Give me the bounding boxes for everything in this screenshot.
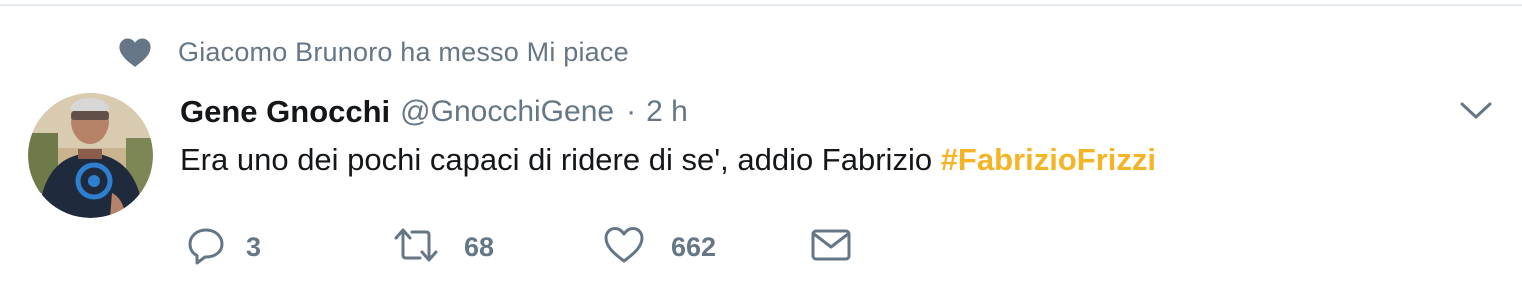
envelope-icon xyxy=(810,227,852,268)
reply-count: 3 xyxy=(246,231,262,262)
chevron-down-icon[interactable] xyxy=(1458,96,1494,126)
tweet-timestamp[interactable]: 2 h xyxy=(646,95,688,129)
reply-button[interactable]: 3 xyxy=(186,226,261,268)
heart-icon xyxy=(118,35,152,69)
like-button[interactable]: 662 xyxy=(603,226,716,268)
direct-message-button[interactable] xyxy=(810,226,852,268)
avatar[interactable] xyxy=(28,93,153,218)
retweet-count: 68 xyxy=(464,231,495,262)
social-context-text: Giacomo Brunoro ha messo Mi piace xyxy=(178,36,629,67)
retweet-button[interactable]: 68 xyxy=(392,226,494,268)
like-count: 662 xyxy=(671,231,717,262)
tweet-header: Gene Gnocchi @GnocchiGene · 2 h xyxy=(180,90,688,134)
display-name[interactable]: Gene Gnocchi xyxy=(180,94,390,130)
tweet-text: Era uno dei pochi capaci di ridere di se… xyxy=(180,142,1156,178)
tweet-body: Era uno dei pochi capaci di ridere di se… xyxy=(180,142,941,177)
reply-icon xyxy=(186,225,226,270)
heart-outline-icon xyxy=(603,225,645,270)
social-context[interactable]: Giacomo Brunoro ha messo Mi piace xyxy=(118,32,629,72)
hashtag-link[interactable]: #FabrizioFrizzi xyxy=(941,142,1156,177)
top-divider xyxy=(0,4,1522,6)
separator-dot: · xyxy=(626,95,637,128)
retweet-icon xyxy=(392,225,440,270)
user-handle[interactable]: @GnocchiGene xyxy=(400,95,614,129)
